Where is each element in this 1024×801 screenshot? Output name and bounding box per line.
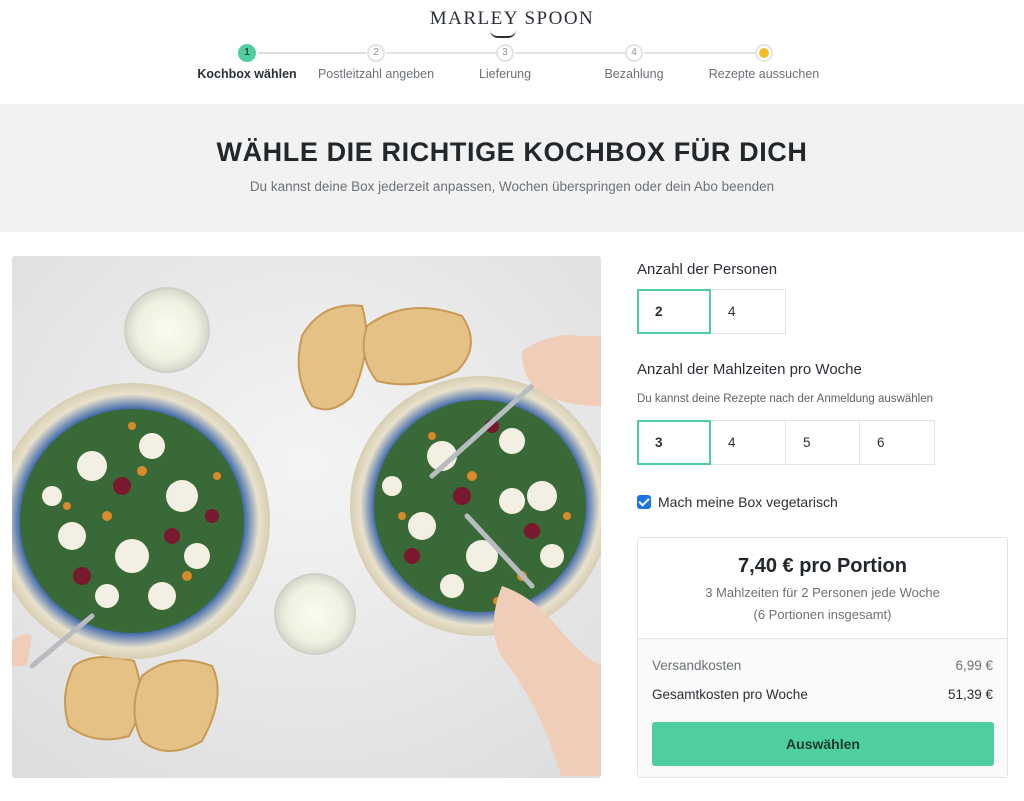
price-summary: 7,40 € pro Portion 3 Mahlzeiten für 2 Pe… [637,537,1008,778]
meals-title: Anzahl der Mahlzeiten pro Woche [637,361,862,378]
price-per-portion: 7,40 € pro Portion [738,555,907,577]
food-illustration [12,256,601,778]
total-row: Gesamtkosten pro Woche 51,39 € [652,687,993,702]
meals-option-3[interactable]: 3 [637,420,711,465]
meals-option-4[interactable]: 4 [710,420,786,465]
vegetarian-checkbox[interactable] [637,495,651,509]
step-1-label: Kochbox wählen [197,67,297,81]
step-3-label: Lieferung [478,67,532,81]
logo-smile-mark [490,30,516,38]
persons-option-4[interactable]: 4 [710,289,786,334]
food-photo [12,256,601,778]
meals-subtitle: Du kannst deine Rezepte nach der Anmeldu… [637,393,934,405]
persons-option-2[interactable]: 2 [637,289,711,334]
price-detail: 3 Mahlzeiten für 2 Personen jede Woche [705,585,940,600]
shipping-row: Versandkosten 6,99 € [652,658,993,673]
logo-text: MARLEY SPOON [429,8,595,29]
step-connector [258,52,366,54]
shipping-value: 6,99 € [955,658,993,673]
shipping-label: Versandkosten [652,658,742,673]
step-1-indicator: 1 [238,44,256,62]
checkout-stepper: 1 2 3 4 Kochbox wählen Postleitzahl ange… [0,44,1024,94]
site-header: MARLEY SPOON 1 2 3 4 Kochbox wählen Post… [0,0,1024,104]
meals-option-6[interactable]: 6 [859,420,935,465]
step-2-label: Postleitzahl angeben [317,67,435,81]
step-connector [644,52,755,54]
page-subtitle: Du kannst deine Box jederzeit anpassen, … [249,179,775,194]
marley-spoon-logo[interactable]: MARLEY SPOON [0,8,1024,38]
step-connector [386,52,497,54]
meals-option-5[interactable]: 5 [785,420,860,465]
vegetarian-label[interactable]: Mach meine Box vegetarisch [658,494,838,510]
total-label: Gesamtkosten pro Woche [652,687,808,702]
total-value: 51,39 € [947,687,993,702]
vegetarian-toggle[interactable]: Mach meine Box vegetarisch [637,493,838,511]
step-4-indicator: 4 [625,44,643,62]
page-title: WÄHLE DIE RICHTIGE KOCHBOX FÜR DICH [216,137,808,167]
select-button[interactable]: Auswählen [652,722,994,766]
step-2-indicator: 2 [367,44,385,62]
step-5-label: Rezepte aussuchen [708,67,820,81]
step-4-label: Bezahlung [604,67,664,81]
step-connector [515,52,626,54]
hero-banner: WÄHLE DIE RICHTIGE KOCHBOX FÜR DICH Du k… [0,104,1024,232]
price-total-portions: (6 Portionen insgesamt) [753,607,892,622]
step-5-indicator [755,44,773,62]
persons-title: Anzahl der Personen [637,261,778,278]
step-3-indicator: 3 [496,44,514,62]
